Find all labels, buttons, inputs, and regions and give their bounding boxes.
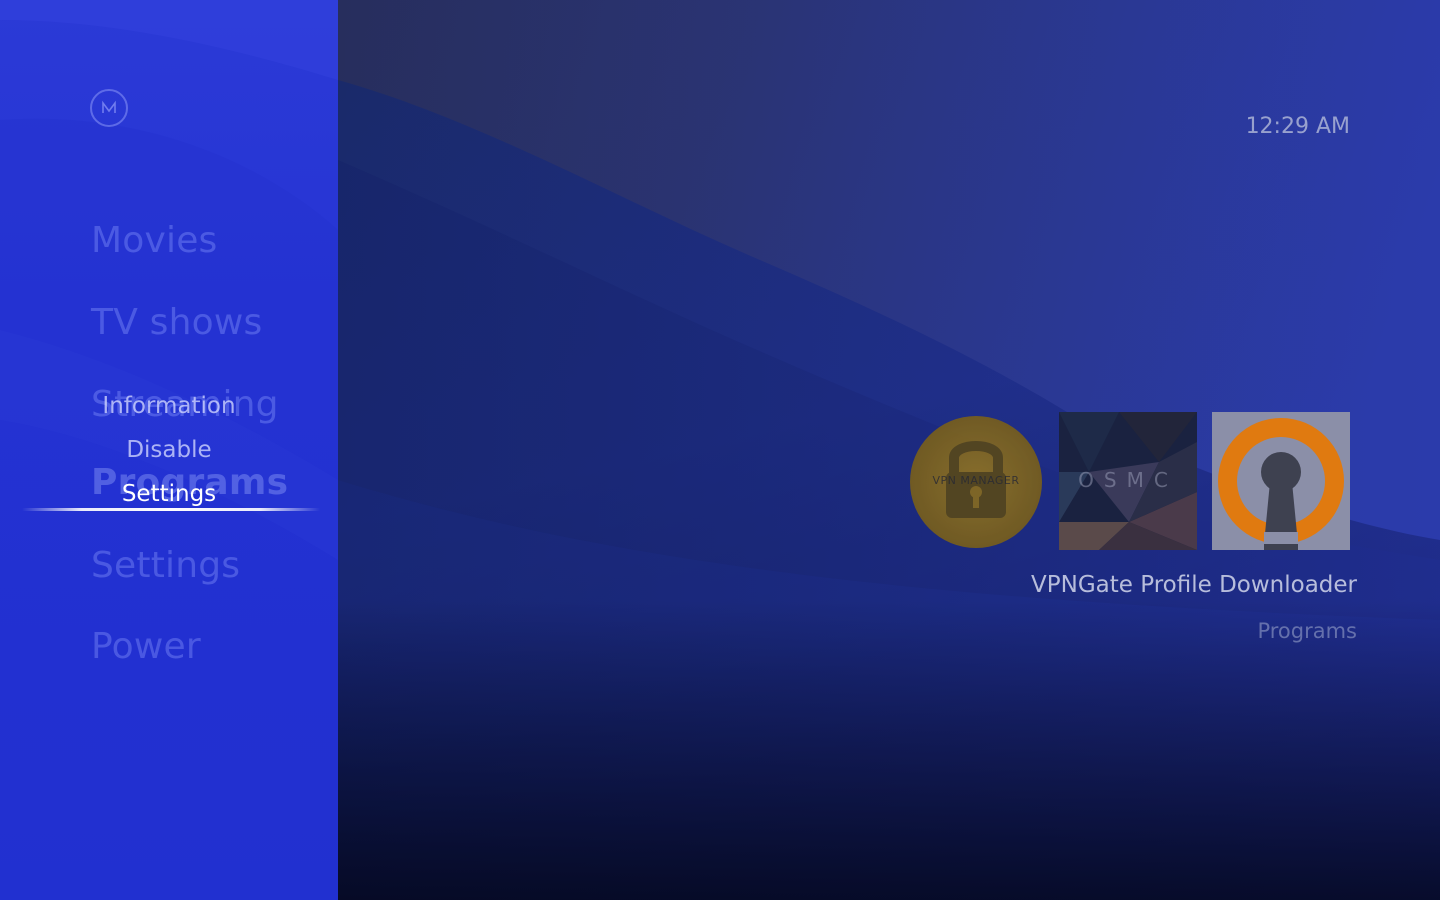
focused-addon-title: VPNGate Profile Downloader <box>1031 572 1357 598</box>
osmc-label: OSMC <box>1078 468 1178 492</box>
addon-tile-openvpn[interactable] <box>1212 412 1350 550</box>
context-item-information[interactable]: Information <box>0 393 338 419</box>
context-item-settings[interactable]: Settings <box>0 481 338 507</box>
focused-addon-category: Programs <box>1257 619 1357 643</box>
focus-indicator-line <box>22 508 320 511</box>
menu-item-movies[interactable]: Movies <box>91 220 218 261</box>
menu-item-power[interactable]: Power <box>91 626 201 667</box>
clock: 12:29 AM <box>1245 114 1350 139</box>
context-item-disable[interactable]: Disable <box>0 437 338 463</box>
vpn-manager-label: VPN MANAGER <box>932 474 1020 487</box>
keyhole-icon <box>1218 418 1344 550</box>
menu-item-settings[interactable]: Settings <box>91 545 240 586</box>
osmc-logo-icon[interactable] <box>90 89 128 127</box>
addon-tile-osmc[interactable]: OSMC <box>1059 412 1197 550</box>
menu-item-tv-shows[interactable]: TV shows <box>91 302 262 343</box>
addon-tile-vpn-manager[interactable]: VPN MANAGER <box>910 416 1042 548</box>
main-menu-sidebar: Movies TV shows Streaming Programs Setti… <box>0 0 338 900</box>
osmc-home-screen: Movies TV shows Streaming Programs Setti… <box>0 0 1440 900</box>
